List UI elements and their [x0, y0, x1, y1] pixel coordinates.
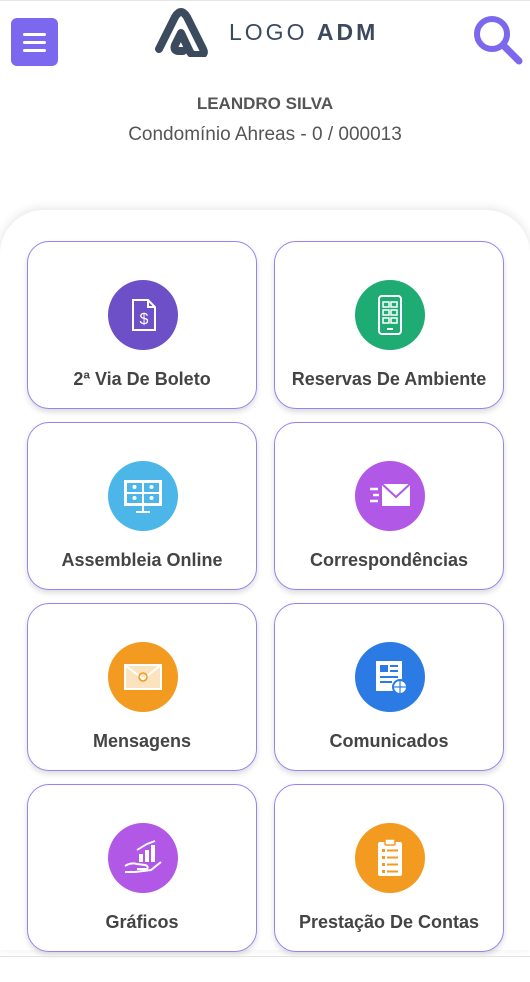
- clipboard-list-icon: [355, 823, 425, 893]
- card-label: Prestação De Contas: [298, 912, 480, 932]
- app-logo: LOGO ADM: [153, 6, 378, 58]
- search-icon: [474, 16, 523, 65]
- hamburger-menu-icon: [23, 32, 46, 36]
- card-reservas-ambiente[interactable]: Reservas De Ambiente: [274, 241, 504, 409]
- card-label: Comunicados: [329, 731, 449, 751]
- condominium-info: Condomínio Ahreas - 0 / 000013: [128, 124, 402, 145]
- hand-chart-icon: [108, 823, 178, 893]
- logo-text-light: LOGO: [229, 18, 308, 45]
- card-label: Correspondências: [309, 550, 469, 570]
- user-name: LEANDRO SILVA: [196, 94, 334, 113]
- top-divider: [0, 0, 530, 1]
- card-2a-via-boleto[interactable]: $ 2ª Via De Boleto: [27, 241, 257, 409]
- card-label: Reservas De Ambiente: [291, 369, 487, 389]
- envelope-fast-icon: [355, 461, 425, 531]
- logo-mark-icon: [155, 8, 208, 57]
- message-envelope-icon: [108, 642, 178, 712]
- card-prestacao-contas[interactable]: Prestação De Contas: [274, 784, 504, 952]
- building-calendar-icon: [355, 280, 425, 350]
- card-label: Gráficos: [105, 912, 179, 932]
- card-graficos[interactable]: Gráficos: [27, 784, 257, 952]
- card-label: Mensagens: [92, 731, 192, 751]
- card-label: 2ª Via De Boleto: [73, 369, 211, 389]
- hamburger-line: [23, 48, 46, 52]
- invoice-dollar-icon: $: [108, 280, 178, 350]
- svg-text:$: $: [140, 311, 149, 328]
- card-label: Assembleia Online: [61, 550, 223, 570]
- newspaper-icon: [355, 642, 425, 712]
- search-button[interactable]: [470, 12, 526, 68]
- logo-text-bold: ADM: [316, 18, 379, 45]
- card-correspondencias[interactable]: Correspondências: [274, 422, 504, 590]
- card-mensagens[interactable]: Mensagens: [27, 603, 257, 771]
- hamburger-menu-button[interactable]: [11, 18, 58, 66]
- online-meeting-icon: [108, 461, 178, 531]
- bottom-divider: [0, 956, 530, 957]
- card-assembleia-online[interactable]: Assembleia Online: [27, 422, 257, 590]
- logo-text: LOGO ADM: [229, 19, 378, 46]
- card-comunicados[interactable]: Comunicados: [274, 603, 504, 771]
- hamburger-line: [23, 40, 46, 44]
